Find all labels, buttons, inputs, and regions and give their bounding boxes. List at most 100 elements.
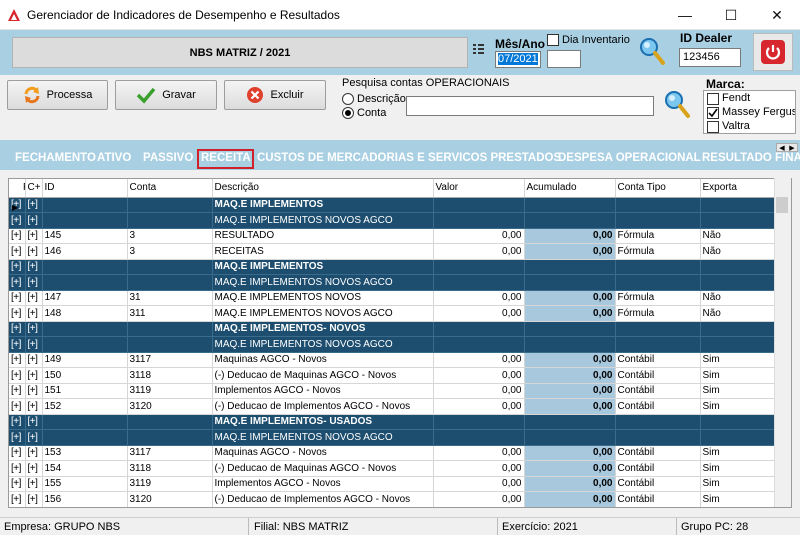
cell-c[interactable]: [+] (25, 414, 43, 430)
search-icon[interactable] (638, 35, 666, 67)
tab-custos[interactable]: CUSTOS DE MERCADORIAS E SERVICOS PRESTAD… (257, 152, 561, 164)
cell-c[interactable]: [+] (25, 274, 43, 291)
cell-p[interactable]: [+] (9, 445, 26, 461)
tab-fechamento[interactable]: FECHAMENTO (15, 152, 96, 164)
cell-c[interactable]: [+] (25, 290, 43, 306)
cell-c[interactable]: [+] (25, 383, 43, 399)
dia-inventario-field[interactable] (547, 50, 581, 68)
calendar-icon[interactable] (472, 42, 486, 58)
table-row[interactable]: [+] [+] 153 3117 Maquinas AGCO - Novos 0,00 0,… (9, 445, 776, 461)
table-group-row[interactable]: [+] [+] MAQ.E IMPLEMENTOS- NOVOS (9, 321, 776, 337)
cell-p[interactable]: [+] (9, 367, 26, 384)
cell-c[interactable]: [+] (25, 460, 43, 477)
tab-ativo[interactable]: ATIVO (97, 152, 131, 164)
cell-p[interactable]: [+] (9, 398, 26, 415)
excluir-button[interactable]: Excluir (224, 80, 326, 110)
cell-p[interactable]: [+] (9, 305, 26, 322)
tab-resultado-fina[interactable]: RESULTADO FINA (702, 152, 800, 164)
marca-checkbox-fendt[interactable] (707, 93, 719, 105)
table-row[interactable]: [+] [+] 155 3119 Implementos AGCO - Novos 0,0… (9, 476, 776, 492)
cell-p[interactable]: [+] (9, 274, 26, 291)
cell-p[interactable]: [+] (9, 383, 26, 399)
col-header-id[interactable]: ID (42, 179, 128, 198)
table-row[interactable]: [+] [+] 149 3117 Maquinas AGCO - Novos 0,00 0,… (9, 352, 776, 368)
cell-p[interactable]: [+] (9, 259, 26, 275)
marca-checkbox-valtra[interactable] (707, 121, 719, 133)
cell-p[interactable]: [+] (9, 243, 26, 260)
scrollbar-thumb[interactable] (776, 197, 788, 213)
cell-p[interactable]: [+] (9, 228, 26, 244)
search-input[interactable] (406, 96, 654, 116)
cell-p[interactable]: [+] (9, 476, 26, 492)
table-row[interactable]: [+] [+] 152 3120 (-) Deducao de Implementos … (9, 398, 776, 415)
search-icon[interactable] (663, 89, 691, 119)
cell-c[interactable]: [+] (25, 352, 43, 368)
radio-descricao[interactable] (342, 93, 354, 105)
id-dealer-field[interactable]: 123456 (679, 48, 741, 67)
processa-button[interactable]: Processa (7, 80, 108, 110)
vertical-scrollbar[interactable] (774, 178, 791, 507)
minimize-button[interactable]: — (662, 0, 708, 30)
cell-p[interactable]: [+] (9, 336, 26, 353)
maximize-button[interactable]: ☐ (708, 0, 754, 30)
cell-p[interactable]: [+] (9, 352, 26, 368)
tab-receita[interactable]: RECEITA (201, 152, 251, 164)
cell-p[interactable]: [+] (9, 460, 26, 477)
col-header-c[interactable]: C+ (25, 179, 43, 198)
cell-p[interactable]: [+] (9, 414, 26, 430)
table-group-row[interactable]: [+] [+] MAQ.E IMPLEMENTOS NOVOS AGCO (9, 429, 776, 446)
col-header-conta-tipo[interactable]: Conta Tipo (615, 179, 701, 198)
cell-p[interactable]: [+] (9, 491, 26, 507)
right-arrow-icon[interactable]: ▶ (789, 144, 794, 152)
close-button[interactable]: ✕ (754, 0, 800, 30)
col-header-p[interactable]: P+ (9, 179, 26, 198)
col-header-acumulado[interactable]: Acumulado (524, 179, 616, 198)
table-group-row[interactable]: [+] [+] MAQ.E IMPLEMENTOS NOVOS AGCO (9, 336, 776, 353)
cell-c[interactable]: [+] (25, 259, 43, 275)
cell-c[interactable]: [+] (25, 305, 43, 322)
table-group-row[interactable]: [+] [+] MAQ.E IMPLEMENTOS- USADOS (9, 414, 776, 430)
cell-c[interactable]: [+] (25, 476, 43, 492)
table-row[interactable]: [+] [+] 151 3119 Implementos AGCO - Novos 0,0… (9, 383, 776, 399)
cell-c[interactable]: [+] (25, 429, 43, 446)
marca-checkbox-massey-ferguson[interactable] (707, 107, 719, 119)
cell-c[interactable]: [+] (25, 336, 43, 353)
cell-c[interactable]: [+] (25, 321, 43, 337)
tab-passivo[interactable]: PASSIVO (143, 152, 193, 164)
col-header-conta[interactable]: Conta (127, 179, 213, 198)
table-row[interactable]: [+] [+] 156 3120 (-) Deducao de Implementos … (9, 491, 776, 507)
table-row[interactable]: [+] [+] 146 3 RECEITAS 0,00 0,00 Fórmula Não (9, 243, 776, 260)
table-row[interactable]: [+] [+] 147 31 MAQ.E IMPLEMENTOS NOVOS 0,00 0,… (9, 290, 776, 306)
cell-c[interactable]: [+] (25, 243, 43, 260)
col-header-exporta[interactable]: Exporta (700, 179, 776, 198)
cell-p[interactable]: [+] (9, 212, 26, 229)
cell-c[interactable]: [+] (25, 228, 43, 244)
mes-ano-field[interactable]: 07/2021 (495, 51, 541, 68)
table-row[interactable]: [+] [+] 150 3118 (-) Deducao de Maquinas AGC… (9, 367, 776, 384)
cell-c[interactable]: [+] (25, 212, 43, 229)
table-group-row[interactable]: [+] [+] MAQ.E IMPLEMENTOS (9, 259, 776, 275)
cell-p[interactable]: [+] (9, 290, 26, 306)
cell-c[interactable]: [+] (25, 367, 43, 384)
table-row[interactable]: [+] [+] 154 3118 (-) Deducao de Maquinas AGC… (9, 460, 776, 477)
table-group-row[interactable]: [+] [+] MAQ.E IMPLEMENTOS NOVOS AGCO (9, 212, 776, 229)
col-header-valor[interactable]: Valor (433, 179, 525, 198)
table-row[interactable]: [+] [+] 145 3 RESULTADO 0,00 0,00 Fórmula Não (9, 228, 776, 244)
cell-c[interactable]: [+] (25, 491, 43, 507)
exit-button[interactable] (753, 33, 793, 71)
dia-inventario-checkbox[interactable] (547, 34, 559, 46)
left-arrow-icon[interactable]: ◀ (779, 144, 784, 152)
cell-c[interactable]: [+] (25, 197, 43, 213)
tab-scroll-arrows[interactable]: ◀ ▶ (776, 143, 798, 152)
radio-conta[interactable] (342, 107, 354, 119)
table-row[interactable]: [+] [+] 148 311 MAQ.E IMPLEMENTOS NOVOS AGCO… (9, 305, 776, 322)
cell-p[interactable]: [+] (9, 321, 26, 337)
cell-c[interactable]: [+] (25, 398, 43, 415)
table-group-row[interactable]: [+] [+] MAQ.E IMPLEMENTOS NOVOS AGCO (9, 274, 776, 291)
gravar-button[interactable]: Gravar (115, 80, 217, 110)
col-header-descricao[interactable]: Descrição (212, 179, 434, 198)
tab-despesa-operacional[interactable]: DESPESA OPERACIONAL (558, 152, 701, 164)
table-group-row[interactable]: [+] [+] MAQ.E IMPLEMENTOS (9, 197, 776, 213)
cell-c[interactable]: [+] (25, 445, 43, 461)
cell-p[interactable]: [+] (9, 429, 26, 446)
